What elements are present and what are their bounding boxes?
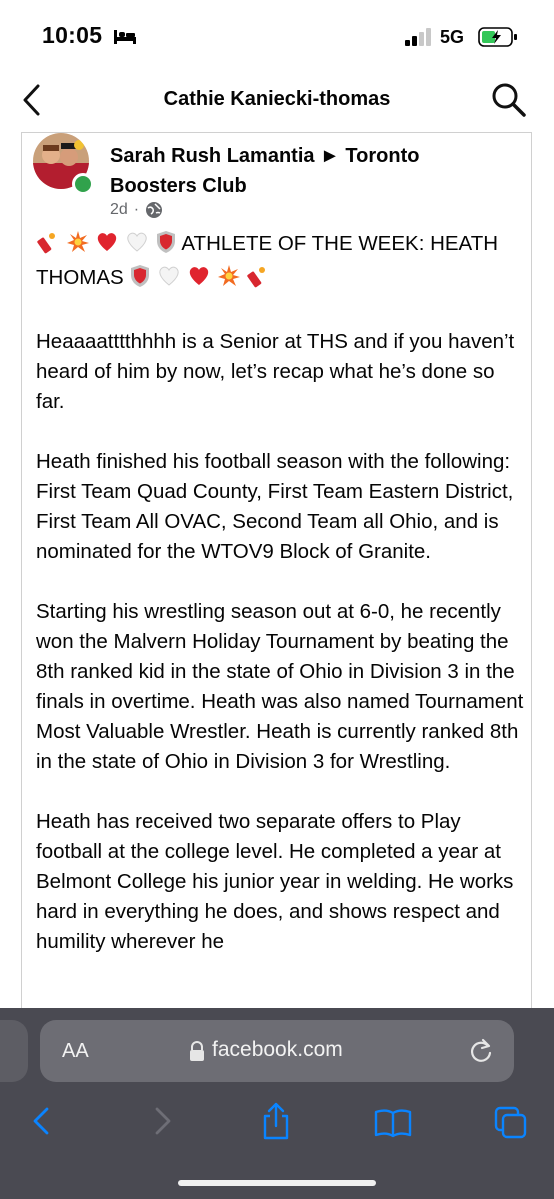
share-icon[interactable] [260, 1102, 292, 1140]
red-heart-icon [187, 264, 211, 297]
bookmarks-icon[interactable] [374, 1108, 412, 1138]
post-paragraph: Heaaaatttthhhh is a Senior at THS and if… [36, 330, 515, 413]
reload-icon[interactable] [468, 1037, 494, 1065]
red-heart-icon [95, 230, 119, 263]
cellular-signal-icon [405, 28, 431, 46]
post-card: Sarah Rush Lamantia ► Toronto Boosters C… [21, 132, 532, 1012]
post-body: ATHLETE OF THE WEEK: HEATH THOMAS Heaaaa… [36, 229, 526, 987]
post-headline: ATHLETE OF THE WEEK: HEATH THOMAS [36, 229, 526, 297]
post-meta: 2d · [110, 201, 163, 219]
white-heart-icon [157, 264, 181, 297]
globe-icon [146, 202, 163, 218]
page-header: Cathie Kaniecki-thomas [0, 72, 554, 132]
meta-separator: · [133, 201, 140, 218]
sleep-focus-icon [114, 30, 136, 44]
search-icon[interactable] [489, 80, 529, 120]
shield-icon [129, 264, 151, 297]
home-indicator [178, 1180, 376, 1186]
post-paragraph: Heath has received two separate offers t… [36, 810, 514, 953]
post-paragraph: Starting his wrestling season out at 6-0… [36, 600, 524, 773]
back-icon[interactable] [30, 1106, 54, 1136]
browser-toolbar: AA facebook.com [0, 1008, 554, 1199]
collision-icon [217, 264, 241, 297]
previous-tab-preview[interactable] [0, 1020, 28, 1082]
tabs-icon[interactable] [494, 1106, 528, 1140]
post-author[interactable]: Sarah Rush Lamantia ► Toronto Boosters C… [110, 141, 490, 201]
forward-icon[interactable] [150, 1106, 174, 1136]
address-bar[interactable]: AA facebook.com [40, 1020, 514, 1082]
collision-icon [66, 230, 90, 263]
white-heart-icon [125, 230, 149, 263]
firecracker-icon [246, 264, 270, 297]
shield-icon [155, 230, 177, 263]
battery-charging-icon [478, 27, 517, 47]
back-arrow-icon[interactable] [18, 82, 48, 118]
text-size-button[interactable]: AA [62, 1040, 89, 1063]
header-title: Cathie Kaniecki-thomas [163, 88, 391, 110]
firecracker-icon [36, 230, 60, 263]
status-bar: 10:05 5G [0, 0, 554, 72]
post-time: 2d [110, 201, 128, 218]
lock-icon [190, 1041, 204, 1061]
status-time: 10:05 [42, 22, 103, 48]
network-type: 5G [440, 27, 465, 47]
post-paragraph: Heath finished his football season with … [36, 450, 514, 563]
online-status-dot [72, 173, 94, 195]
url-text[interactable]: facebook.com [212, 1038, 343, 1062]
